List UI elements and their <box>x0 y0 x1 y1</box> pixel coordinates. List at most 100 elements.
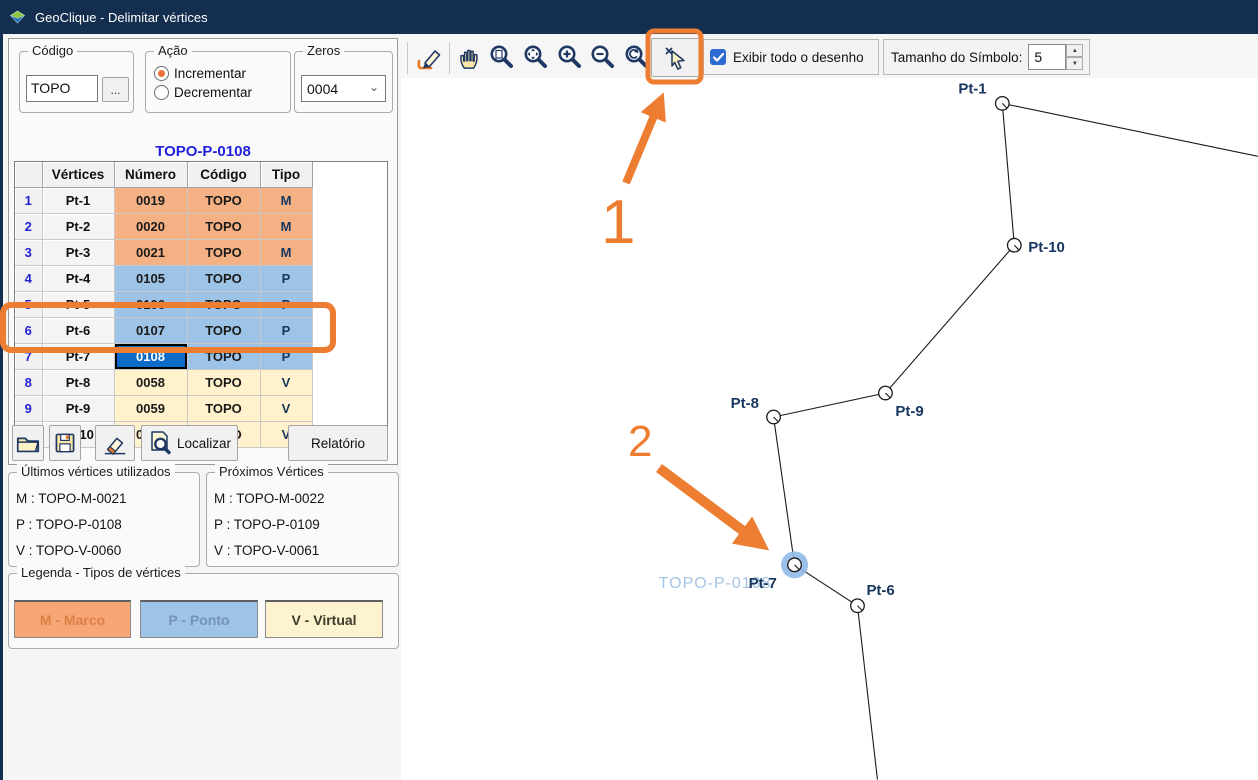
vertex-label: Pt-9 <box>895 403 923 420</box>
relatorio-button[interactable]: Relatório <box>288 425 388 461</box>
save-button[interactable] <box>49 425 81 461</box>
pan-hand-icon <box>460 49 478 69</box>
codigo-input[interactable]: TOPO <box>26 75 98 102</box>
vertex-label: Pt-10 <box>1028 239 1065 256</box>
col-header-tipo: Tipo <box>260 162 313 188</box>
drawing-toolbar: Exibir todo o desenho Tamanho do Símbolo… <box>401 36 1258 78</box>
radio-incrementar[interactable]: Incrementar <box>154 64 252 83</box>
col-header-numero: Número <box>114 162 188 188</box>
tamanho-spinner[interactable]: ▲ ▼ <box>1066 44 1084 70</box>
tamanho-panel: Tamanho do Símbolo: 5 ▲ ▼ <box>883 39 1090 75</box>
check-icon <box>712 52 724 62</box>
table-row[interactable]: 8 Pt-8 0058 TOPO V <box>15 369 313 396</box>
vertex-label: Pt-8 <box>731 395 759 412</box>
localizar-label: Localizar <box>176 435 232 451</box>
selected-cell[interactable]: 0108 <box>114 343 188 370</box>
zoom-previous-button[interactable] <box>622 43 650 71</box>
spin-down-icon[interactable]: ▼ <box>1066 57 1084 70</box>
localizar-button[interactable]: Localizar <box>141 425 238 461</box>
pick-vertex-button[interactable] <box>651 38 700 77</box>
table-row[interactable]: 2 Pt-2 0020 TOPO M <box>15 213 313 240</box>
legend-virtual: V - Virtual <box>265 600 383 638</box>
toolbar-separator <box>407 42 408 74</box>
erase-measure-button[interactable] <box>95 425 135 461</box>
proximos-title: Próximos Vértices <box>215 464 328 479</box>
table-row[interactable]: 6 Pt-6 0107 TOPO P <box>15 317 313 344</box>
table-row[interactable]: 4 Pt-4 0105 TOPO P <box>15 265 313 292</box>
draw-pencil-button[interactable] <box>414 43 442 71</box>
ultimos-p: P : TOPO-P-0108 <box>16 517 122 532</box>
vertex-marker[interactable] <box>787 557 802 573</box>
radio-incrementar-label: Incrementar <box>174 66 247 81</box>
proximos-vertices-groupbox: Próximos Vértices M : TOPO-M-0022 P : TO… <box>206 464 399 567</box>
codigo-groupbox: Código TOPO ... <box>19 43 134 113</box>
vertices-table[interactable]: Vértices Número Código Tipo 1 Pt-1 0019 TO… <box>14 161 388 448</box>
col-header-vertices: Vértices <box>42 162 115 188</box>
zoom-window-icon <box>490 45 513 68</box>
table-row[interactable]: 3 Pt-3 0021 TOPO M <box>15 239 313 266</box>
ultimos-vertices-groupbox: Últimos vértices utilizados M : TOPO-M-0… <box>8 464 200 567</box>
zoom-window-button[interactable] <box>488 43 516 71</box>
acao-groupbox: Ação Incrementar Decrementar <box>145 43 291 113</box>
save-icon <box>55 433 75 453</box>
vertex-polyline <box>772 102 1258 780</box>
zeros-groupbox: Zeros 0004 ⌄ <box>294 43 393 113</box>
legend-ponto: P - Ponto <box>140 600 258 638</box>
geoclique-window: { "window": { "title": "GeoClique - Deli… <box>0 0 1258 780</box>
find-document-icon <box>151 431 171 455</box>
pan-button[interactable] <box>455 43 483 71</box>
table-row[interactable]: 5 Pt-5 0106 TOPO P <box>15 291 313 318</box>
zeros-combobox[interactable]: 0004 ⌄ <box>301 75 386 102</box>
vertex-marker[interactable] <box>994 95 1010 111</box>
legenda-groupbox: Legenda - Tipos de vértices M - Marco P … <box>8 565 399 649</box>
legend-marco: M - Marco <box>14 600 131 638</box>
vertex-label: Pt-6 <box>866 582 894 599</box>
tamanho-input[interactable]: 5 <box>1028 44 1067 70</box>
exibir-panel: Exibir todo o desenho <box>703 39 879 75</box>
tamanho-label: Tamanho do Símbolo: <box>891 49 1023 65</box>
radio-incrementar-control[interactable] <box>154 66 169 81</box>
ultimos-title: Últimos vértices utilizados <box>17 464 175 479</box>
radio-decrementar-control[interactable] <box>154 85 169 100</box>
pick-arrow-icon <box>664 46 685 70</box>
zoom-out-button[interactable] <box>589 43 617 71</box>
window-left-border <box>0 34 3 780</box>
zoom-in-button[interactable] <box>556 43 584 71</box>
zeros-value: 0004 <box>307 80 339 97</box>
window-title: GeoClique - Delimitar vértices <box>35 9 208 25</box>
ultimos-v: V : TOPO-V-0060 <box>16 543 122 558</box>
zoom-in-icon <box>558 45 581 68</box>
exibir-checkbox[interactable] <box>710 49 726 65</box>
title-bar: GeoClique - Delimitar vértices <box>0 0 1258 34</box>
codigo-browse-button[interactable]: ... <box>102 77 129 102</box>
codigo-group-label: Código <box>28 43 78 58</box>
pencil-icon <box>417 50 441 70</box>
proximos-m: M : TOPO-M-0022 <box>214 491 325 506</box>
legenda-title: Legenda - Tipos de vértices <box>17 565 185 580</box>
table-row[interactable]: 1 Pt-1 0019 TOPO M <box>15 187 313 214</box>
zoom-extents-button[interactable] <box>522 43 550 71</box>
vertex-label: Pt-7 <box>749 575 777 592</box>
app-logo-icon <box>9 10 26 24</box>
current-vertex-label: TOPO-P-0108 <box>155 143 251 160</box>
vertex-control-panel: Código TOPO ... Ação Incrementar Decreme… <box>8 38 398 465</box>
open-file-button[interactable] <box>12 425 44 461</box>
zoom-previous-icon <box>625 45 648 68</box>
zoom-extents-icon <box>524 45 547 68</box>
open-folder-icon <box>16 437 40 453</box>
col-header-codigo: Código <box>187 162 261 188</box>
zoom-out-icon <box>591 45 614 68</box>
acao-group-label: Ação <box>154 43 192 58</box>
toolbar-separator <box>449 42 450 74</box>
polyline-drawing: TOPO-P-0108Pt-1Pt-10Pt-9Pt-8Pt-7 Pt-6 <box>659 80 1258 780</box>
corner-header <box>15 162 43 188</box>
spin-up-icon[interactable]: ▲ <box>1066 44 1084 57</box>
exibir-label[interactable]: Exibir todo o desenho <box>733 50 864 65</box>
table-row[interactable]: 9 Pt-9 0059 TOPO V <box>15 395 313 422</box>
drawing-canvas[interactable]: TOPO-P-0108 Pt-1 Pt-10 Pt-9 Pt-8 Pt-7 Pt-6 <box>401 78 1258 780</box>
vertices-grid: Vértices Número Código Tipo 1 Pt-1 0019 TO… <box>15 162 313 448</box>
chevron-down-icon: ⌄ <box>368 80 379 94</box>
table-row-selected[interactable]: 7 Pt-7 0108 TOPO P <box>15 343 313 370</box>
relatorio-label: Relatório <box>310 435 366 451</box>
radio-decrementar[interactable]: Decrementar <box>154 83 252 102</box>
